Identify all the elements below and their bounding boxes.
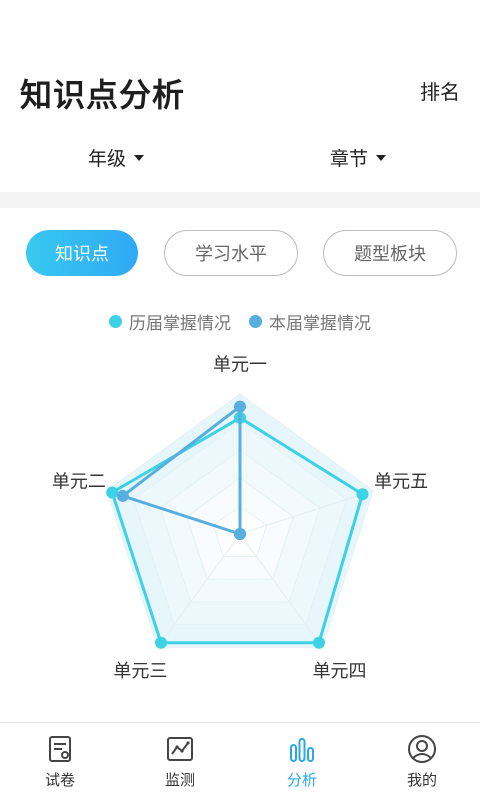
- rank-button[interactable]: 排名: [420, 76, 460, 105]
- tab-question-type[interactable]: 题型板块: [323, 230, 457, 276]
- section-divider: [0, 192, 480, 208]
- chart-legend: 历届掌握情况 本届掌握情况: [0, 306, 480, 336]
- paper-icon: [49, 736, 71, 762]
- bar-chart-icon: [290, 738, 314, 762]
- legend-label-past: 历届掌握情况: [129, 313, 231, 334]
- legend-dot-past: [109, 314, 122, 328]
- tab-monitor[interactable]: 监测: [140, 723, 220, 801]
- tab-analysis[interactable]: 分析: [262, 723, 342, 801]
- radar-axis-label: 单元二: [52, 472, 106, 493]
- analysis-tabs: 知识点 学习水平 题型板块: [0, 230, 480, 280]
- page-title: 知识点分析: [20, 76, 186, 114]
- tab-mine[interactable]: 我的: [382, 723, 462, 801]
- chapter-filter-label: 章节: [330, 148, 369, 170]
- caret-down-icon: [134, 154, 145, 161]
- legend-item-past: 历届掌握情况: [109, 306, 231, 336]
- radar-point: [155, 636, 168, 649]
- radar-axis-label: 单元一: [213, 355, 267, 376]
- filter-bar: 年级 章节: [0, 130, 480, 190]
- grade-filter[interactable]: 年级: [88, 144, 145, 171]
- radar-axis-label: 单元五: [374, 472, 428, 493]
- caret-down-icon: [376, 154, 387, 161]
- radar-point: [234, 528, 246, 540]
- radar-axis-label: 单元三: [113, 661, 167, 682]
- radar-point: [312, 636, 325, 649]
- tab-knowledge[interactable]: 知识点: [26, 230, 138, 276]
- tab-monitor-label: 监测: [164, 771, 195, 789]
- tab-analysis-label: 分析: [286, 771, 317, 789]
- legend-item-current: 本届掌握情况: [249, 306, 371, 336]
- tab-paper-label: 试卷: [44, 771, 75, 789]
- monitor-chart-icon: [167, 737, 193, 761]
- tab-mine-label: 我的: [406, 771, 437, 789]
- tab-paper[interactable]: 试卷: [20, 723, 100, 801]
- radar-point: [116, 489, 129, 502]
- radar-point: [234, 400, 246, 413]
- grade-filter-label: 年级: [88, 148, 127, 170]
- chapter-filter[interactable]: 章节: [330, 144, 387, 171]
- radar-axis-label: 单元四: [313, 661, 367, 682]
- tab-learning-level[interactable]: 学习水平: [164, 230, 298, 276]
- radar-point: [356, 488, 369, 501]
- radar-chart: 单元一单元五单元四 单元三 单元二: [52, 355, 428, 682]
- profile-icon: [408, 735, 436, 763]
- radar-point: [106, 486, 119, 499]
- bottom-tabbar: 试卷 监测 分析 我的: [0, 722, 480, 801]
- legend-label-current: 本届掌握情况: [269, 313, 371, 334]
- legend-dot-current: [249, 314, 262, 328]
- header: 知识点分析 排名: [0, 0, 480, 130]
